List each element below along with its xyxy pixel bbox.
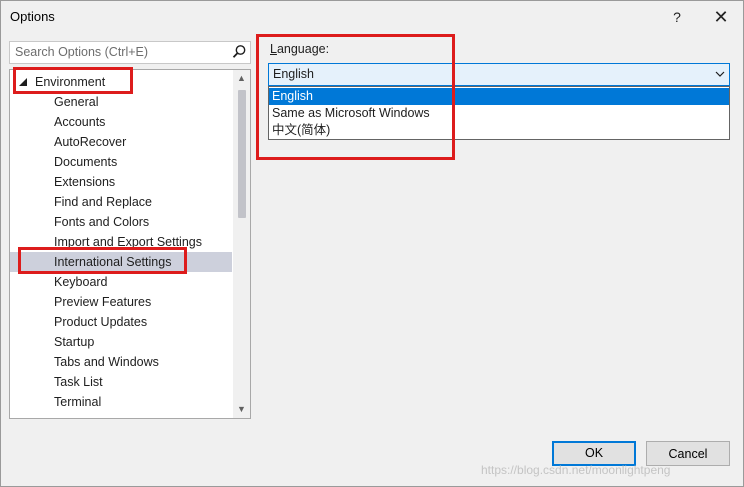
annotation-box-international-settings <box>18 247 187 274</box>
tree-item-label: Find and Replace <box>54 195 152 209</box>
tree-item-documents[interactable]: Documents <box>10 152 232 172</box>
tree-item-extensions[interactable]: Extensions <box>10 172 232 192</box>
tree-item-startup[interactable]: Startup <box>10 332 232 352</box>
tree-item-label: Product Updates <box>54 315 148 329</box>
tree-item-label: Terminal <box>54 395 102 409</box>
tree-item-autorecover[interactable]: AutoRecover <box>10 132 232 152</box>
tree-item-product-updates[interactable]: Product Updates <box>10 312 232 332</box>
title-bar: Options ? ✕ <box>1 1 743 33</box>
tree-item-label: Documents <box>54 155 118 169</box>
tree-item-label: Startup <box>54 335 95 349</box>
tree-item-tabs-and-windows[interactable]: Tabs and Windows <box>10 352 232 372</box>
close-button[interactable]: ✕ <box>703 3 739 31</box>
tree-item-find-and-replace[interactable]: Find and Replace <box>10 192 232 212</box>
tree-item-label: Accounts <box>54 115 106 129</box>
tree-item-preview-features[interactable]: Preview Features <box>10 292 232 312</box>
dialog-title: Options <box>10 9 55 24</box>
tree-item-task-list[interactable]: Task List <box>10 372 232 392</box>
annotation-box-environment <box>13 67 133 94</box>
tree-item-label: Preview Features <box>54 295 152 309</box>
tree-item-terminal[interactable]: Terminal <box>10 392 232 412</box>
search-placeholder: Search Options (Ctrl+E) <box>15 45 149 59</box>
scroll-down-arrow-icon[interactable]: ▼ <box>233 401 250 418</box>
chevron-down-icon[interactable] <box>714 68 726 80</box>
scrollbar-thumb[interactable] <box>238 90 246 218</box>
search-options-input[interactable]: Search Options (Ctrl+E) <box>9 41 251 64</box>
tree-item-keyboard[interactable]: Keyboard <box>10 272 232 292</box>
tree-item-fonts-and-colors[interactable]: Fonts and Colors <box>10 212 232 232</box>
tree-item-label: Task List <box>54 375 103 389</box>
tree-item-label: Extensions <box>54 175 116 189</box>
help-button[interactable]: ? <box>659 3 695 31</box>
tree-item-label: Tabs and Windows <box>54 355 159 369</box>
tree-item-general[interactable]: General <box>10 92 232 112</box>
options-tree[interactable]: Environment General Accounts AutoRecover Do… <box>9 69 251 419</box>
tree-item-accounts[interactable]: Accounts <box>10 112 232 132</box>
tree-item-label: Keyboard <box>54 275 108 289</box>
watermark-text: https://blog.csdn.net/moonlightpeng <box>481 463 671 477</box>
tree-item-label: AutoRecover <box>54 135 127 149</box>
annotation-box-language <box>256 34 455 160</box>
scroll-up-arrow-icon[interactable]: ▲ <box>233 70 250 87</box>
tree-item-label: General <box>54 95 99 109</box>
search-icon[interactable] <box>230 43 248 61</box>
tree-scrollbar[interactable]: ▲ ▼ <box>233 70 250 418</box>
tree-item-label: Fonts and Colors <box>54 215 150 229</box>
